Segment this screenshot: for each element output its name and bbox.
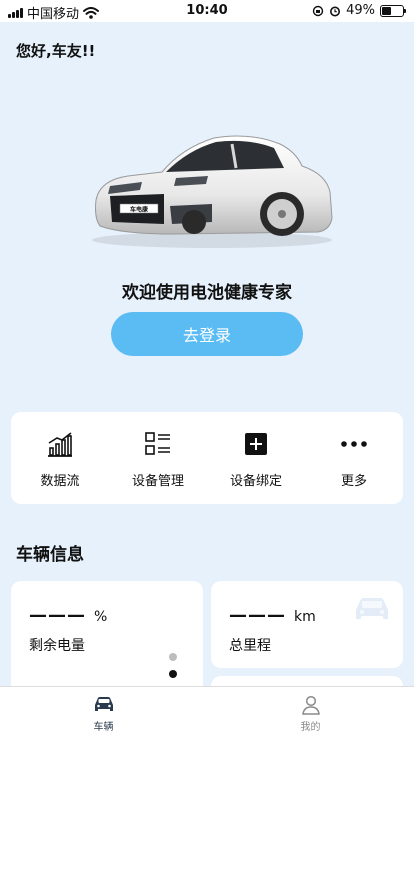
tab-label: 车辆 — [93, 722, 114, 733]
mileage-card[interactable]: ——— km 总里程 — [211, 581, 403, 668]
bar-chart-icon — [48, 432, 72, 457]
car-hero-image: 车电康 — [92, 135, 333, 248]
person-icon — [301, 695, 320, 715]
menu-label: 设备管理 — [131, 474, 184, 489]
bottom-area — [0, 746, 414, 896]
status-bar: 中国移动 10:40 49% — [0, 0, 414, 22]
quick-menu: 数据流 设备管理 设备绑定 更多 — [11, 412, 403, 504]
more-dots-icon — [341, 441, 367, 447]
login-button[interactable]: 去登录 — [111, 312, 303, 356]
tab-vehicle[interactable]: 车辆 — [0, 687, 207, 747]
page-dot-inactive[interactable] — [169, 653, 177, 661]
list-icon — [145, 432, 170, 455]
greeting-text: 您好,车友!! — [16, 42, 96, 60]
welcome-text: 欢迎使用电池健康专家 — [122, 283, 292, 303]
menu-device-management[interactable]: 设备管理 — [109, 412, 207, 504]
car-watermark-icon — [356, 598, 388, 619]
plate-text: 车电康 — [130, 206, 149, 214]
tab-label: 我的 — [300, 722, 321, 733]
alarm-icon — [330, 6, 341, 16]
menu-data-stream[interactable]: 数据流 — [11, 412, 109, 504]
battery-icon — [380, 4, 406, 17]
plus-square-icon — [245, 433, 267, 455]
battery-card[interactable]: ——— % 剩余电量 — [11, 581, 203, 686]
mileage-label: 总里程 — [229, 638, 271, 654]
vehicle-info-card-3[interactable] — [211, 676, 403, 686]
mileage-value: ——— — [229, 605, 286, 626]
menu-label: 更多 — [340, 474, 367, 489]
status-right: 49% — [312, 3, 406, 18]
mileage-unit: km — [294, 609, 316, 625]
tab-bar: 车辆 我的 — [0, 686, 414, 747]
tab-mine[interactable]: 我的 — [207, 687, 414, 747]
page-dot-active[interactable] — [169, 670, 177, 678]
car-icon — [94, 697, 113, 711]
vehicle-info-title: 车辆信息 — [16, 545, 84, 565]
battery-percent: 49% — [346, 3, 375, 18]
menu-label: 数据流 — [40, 474, 80, 489]
rotation-lock-icon — [312, 5, 324, 16]
battery-value: ——— — [29, 605, 86, 626]
menu-more[interactable]: 更多 — [305, 412, 403, 504]
home-content: 您好,车友!! 车电康 欢迎使用电池健康专家 去登录 数据流 设备管理 设备绑定… — [0, 22, 414, 686]
menu-device-binding[interactable]: 设备绑定 — [207, 412, 305, 504]
battery-label: 剩余电量 — [29, 638, 85, 654]
menu-label: 设备绑定 — [229, 474, 282, 489]
battery-unit: % — [94, 609, 108, 625]
